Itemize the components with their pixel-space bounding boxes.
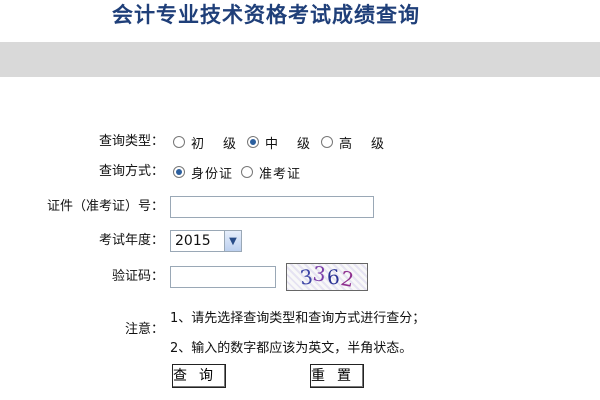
note-item: 2、输入的数字都应该为英文，半角状态。 <box>170 341 413 356</box>
score-query-page: 会计专业技术资格考试成绩查询 查询类型： 初 级 中 级 高 级 查询方式： 身… <box>0 0 600 400</box>
query-method-label-id-card: 身份证 <box>191 166 234 182</box>
exam-year-value: 2015 <box>175 233 211 249</box>
exam-year-label: 考试年度： <box>98 233 164 248</box>
query-method-group: 身份证 准考证 <box>173 160 309 184</box>
notes-label: 注意： <box>124 322 164 337</box>
note-item: 1、请先选择查询类型和查询方式进行查分； <box>170 311 426 326</box>
query-method-label: 查询方式： <box>98 164 164 179</box>
id-number-label: 证件（准考证）号： <box>46 199 164 214</box>
query-type-label: 查询类型： <box>98 134 164 149</box>
query-form: 查询类型： 初 级 中 级 高 级 查询方式： 身份证 准考证 证件（准考证）号… <box>0 0 600 400</box>
captcha-digit: 2 <box>338 265 357 293</box>
exam-year-row: 2015 ▼ <box>170 229 242 253</box>
chevron-down-icon[interactable]: ▼ <box>224 231 241 251</box>
query-type-group: 初 级 中 级 高 级 <box>173 130 395 154</box>
search-button[interactable]: 查询 <box>172 364 226 388</box>
query-method-radio-admission-ticket[interactable] <box>241 166 254 178</box>
query-method-label-admission-ticket: 准考证 <box>259 166 302 182</box>
query-type-label-senior: 高 级 <box>339 136 388 152</box>
notes-list: 1、请先选择查询类型和查询方式进行查分； 2、输入的数字都应该为英文，半角状态。 <box>170 304 425 364</box>
verification-code-row: 3 3 6 2 <box>170 261 368 293</box>
id-number-row <box>170 195 374 219</box>
query-type-radio-junior[interactable] <box>173 136 185 148</box>
query-type-label-junior: 初 级 <box>191 136 240 152</box>
verification-code-input[interactable] <box>170 266 276 288</box>
query-type-radio-intermediate[interactable] <box>247 136 260 148</box>
reset-button[interactable]: 重置 <box>310 364 364 388</box>
captcha-image[interactable]: 3 3 6 2 <box>286 261 368 293</box>
query-type-radio-senior[interactable] <box>321 136 334 148</box>
exam-year-select[interactable]: 2015 ▼ <box>170 230 242 252</box>
query-type-label-intermediate: 中 级 <box>265 136 314 152</box>
id-number-input[interactable] <box>170 196 374 218</box>
verification-code-label: 验证码： <box>111 269 164 284</box>
query-method-radio-id-card[interactable] <box>173 166 185 178</box>
